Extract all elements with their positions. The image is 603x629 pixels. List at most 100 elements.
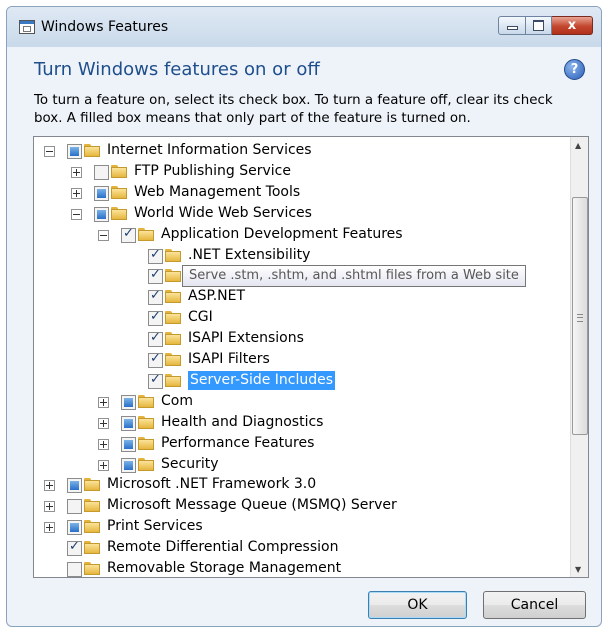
feature-checkbox[interactable]	[148, 267, 163, 285]
feature-checkbox[interactable]	[121, 226, 136, 243]
tree-item-label: Microsoft .NET Framework 3.0	[107, 476, 317, 493]
feature-checkbox[interactable]	[148, 372, 163, 389]
scroll-up-icon[interactable]: ▲	[575, 141, 581, 150]
feature-checkbox[interactable]	[121, 415, 136, 431]
feature-checkbox[interactable]	[148, 330, 163, 348]
page-heading: Turn Windows features on or off	[34, 59, 320, 80]
feature-checkbox[interactable]	[94, 206, 109, 222]
ok-button[interactable]: OK	[368, 591, 467, 619]
close-icon: x	[567, 18, 577, 33]
cancel-button[interactable]: Cancel	[483, 591, 586, 619]
tree-item[interactable]: Internet Information Services	[34, 141, 570, 162]
tree-item[interactable]: Web Management Tools	[34, 183, 570, 204]
expand-icon[interactable]	[98, 417, 109, 429]
folder-icon	[84, 144, 100, 158]
tree-item-label: Microsoft Message Queue (MSMQ) Server	[107, 497, 397, 514]
minimize-button[interactable]	[498, 16, 526, 35]
tree-item-label: Health and Diagnostics	[161, 413, 324, 430]
feature-checkbox[interactable]	[121, 457, 136, 473]
tree-item[interactable]: ISAPI Extensions	[34, 329, 570, 350]
tree-item[interactable]: World Wide Web Services	[34, 204, 570, 225]
feature-checkbox[interactable]	[121, 394, 136, 410]
tree-item[interactable]: Performance Features	[34, 434, 570, 455]
collapse-icon[interactable]	[44, 146, 55, 157]
tree-item[interactable]: Health and Diagnostics	[34, 413, 570, 434]
tree-item[interactable]: CGI	[34, 308, 570, 329]
tree-item[interactable]: Removable Storage Management	[34, 559, 570, 577]
tree-item-label: CGI	[188, 309, 213, 326]
folder-icon	[84, 478, 100, 492]
tree-item-label: Performance Features	[161, 434, 315, 451]
feature-checkbox[interactable]	[67, 562, 82, 577]
tree-item[interactable]: Microsoft .NET Framework 3.0	[34, 475, 570, 496]
feature-checkbox[interactable]	[121, 436, 136, 452]
expand-icon[interactable]	[98, 459, 109, 471]
folder-icon	[138, 394, 154, 409]
feature-checkbox[interactable]	[94, 185, 109, 201]
tree-item-label: ASP.NET	[188, 288, 246, 305]
feature-checkbox[interactable]	[67, 499, 82, 515]
tree-item[interactable]: Print Services	[34, 517, 570, 538]
folder-icon	[111, 185, 127, 200]
feature-checkbox[interactable]	[67, 144, 82, 159]
folder-icon	[138, 415, 154, 430]
vertical-scrollbar[interactable]: ▲ ▼	[570, 137, 588, 577]
feature-checkbox[interactable]	[148, 288, 163, 306]
folder-icon	[111, 206, 127, 221]
tree-item-label: Com	[161, 392, 193, 409]
tree-item[interactable]: FTP Publishing Service	[34, 162, 570, 183]
tree-item-label: World Wide Web Services	[134, 204, 312, 221]
expand-icon[interactable]	[71, 166, 82, 178]
tree-item-label: ISAPI Filters	[188, 351, 270, 367]
scroll-down-icon[interactable]: ▼	[575, 565, 581, 574]
grip-icon	[577, 314, 583, 322]
expand-icon[interactable]	[44, 480, 55, 492]
feature-checkbox[interactable]	[67, 539, 82, 557]
feature-checkbox[interactable]	[148, 351, 163, 368]
maximize-button[interactable]	[526, 16, 552, 35]
expand-icon[interactable]	[44, 501, 55, 513]
folder-icon	[138, 227, 154, 242]
tree-item-label: Web Management Tools	[134, 183, 301, 200]
tree-item-label: Server-Side Includes	[188, 370, 336, 390]
window-title: Windows Features	[41, 19, 169, 35]
tree-item-label: Remote Differential Compression	[107, 539, 339, 556]
scrollbar-thumb[interactable]	[572, 197, 588, 435]
tree-item[interactable]: Remote Differential Compression	[34, 538, 570, 559]
close-button[interactable]: x	[552, 16, 593, 35]
feature-checkbox[interactable]	[148, 247, 163, 264]
feature-checkbox[interactable]	[148, 309, 163, 327]
folder-icon	[84, 541, 100, 555]
tree-item[interactable]: Com	[34, 392, 570, 413]
feature-checkbox[interactable]	[67, 520, 82, 536]
tooltip: Serve .stm, .shtm, and .shtml files from…	[182, 265, 526, 287]
tree-item[interactable]: Application Development Features	[34, 225, 570, 246]
feature-checkbox[interactable]	[94, 164, 109, 180]
folder-icon	[84, 562, 100, 576]
tree-item-label: .NET Extensibility	[188, 246, 311, 263]
expand-icon[interactable]	[71, 187, 82, 199]
expand-icon[interactable]	[98, 438, 109, 450]
folder-icon	[84, 520, 100, 534]
folder-icon	[165, 332, 181, 346]
feature-checkbox[interactable]	[67, 478, 82, 494]
tree-item[interactable]: Security	[34, 455, 570, 476]
tree-item[interactable]: ASP.NET	[34, 287, 570, 308]
tree-item[interactable]: ISAPI Filters	[34, 350, 570, 371]
expand-icon[interactable]	[98, 396, 109, 408]
tree-item[interactable]: .NET Extensibility	[34, 246, 570, 267]
expand-icon[interactable]	[44, 522, 55, 534]
collapse-icon[interactable]	[98, 229, 109, 241]
help-icon[interactable]: ?	[564, 59, 585, 80]
folder-icon	[165, 311, 181, 325]
feature-tree[interactable]: ▲ ▼ Internet Information Services FTP Pub…	[33, 136, 589, 578]
tree-item[interactable]: Server-Side Includes	[34, 370, 570, 392]
tree-item-label: FTP Publishing Service	[134, 162, 291, 179]
folder-icon	[138, 436, 154, 451]
tree-item-label: Print Services	[107, 518, 203, 535]
tree-item[interactable]: Microsoft Message Queue (MSMQ) Server	[34, 496, 570, 517]
tree-item-label: ISAPI Extensions	[188, 330, 304, 347]
collapse-icon[interactable]	[71, 208, 82, 220]
folder-icon	[165, 290, 181, 304]
title-bar[interactable]: Windows Features x	[7, 7, 601, 47]
